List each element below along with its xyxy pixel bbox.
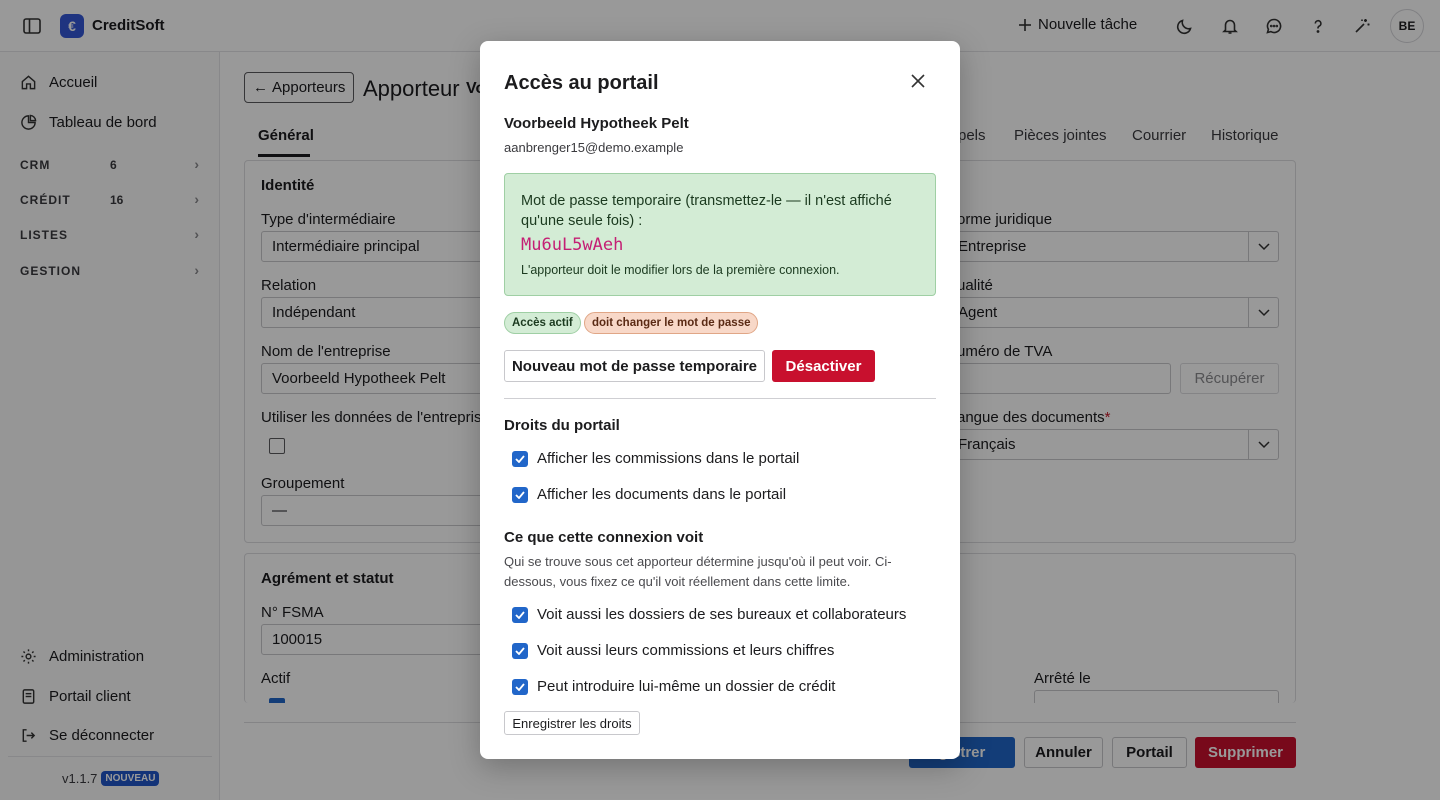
deactivate-button[interactable]: Désactiver <box>772 350 875 382</box>
dialog-title: Accès au portail <box>504 72 659 94</box>
broker-name: Voorbeeld Hypotheek Pelt <box>504 115 689 132</box>
visibility-title: Ce que cette connexion voit <box>504 529 704 546</box>
temporary-password-box: Mot de passe temporaire (transmettez-le … <box>504 173 936 296</box>
right-label: Afficher les documents dans le portail <box>537 486 787 503</box>
password-note: L'apporteur doit le modifier lors de la … <box>521 263 840 277</box>
checkbox-checked[interactable] <box>512 642 528 659</box>
status-badge-must-change: doit changer le mot de passe <box>584 312 759 334</box>
visibility-label: Voit aussi les dossiers de ses bureaux e… <box>537 606 907 623</box>
visibility-offices-files[interactable]: Voit aussi les dossiers de ses bureaux e… <box>512 606 906 623</box>
portal-rights-title: Droits du portail <box>504 417 620 434</box>
right-show-documents[interactable]: Afficher les documents dans le portail <box>512 486 786 503</box>
new-temp-password-button[interactable]: Nouveau mot de passe temporaire <box>504 350 765 382</box>
status-badge-active: Accès actif <box>504 312 581 334</box>
save-rights-button[interactable]: Enregistrer les droits <box>504 711 640 735</box>
broker-email: aanbrenger15@demo.example <box>504 140 684 155</box>
visibility-commissions[interactable]: Voit aussi leurs commissions et leurs ch… <box>512 642 834 659</box>
checkbox-checked[interactable] <box>512 486 528 503</box>
dialog-divider <box>504 398 936 399</box>
checkbox-checked[interactable] <box>512 678 528 695</box>
checkbox-checked[interactable] <box>512 450 528 467</box>
right-label: Afficher les commissions dans le portail <box>537 450 800 467</box>
checkbox-checked[interactable] <box>512 606 528 623</box>
visibility-label: Peut introduire lui-même un dossier de c… <box>537 678 836 695</box>
portal-access-dialog: Accès au portail Voorbeeld Hypotheek Pel… <box>480 41 960 759</box>
temporary-password[interactable]: Mu6uL5wAeh <box>521 235 623 255</box>
right-show-commissions[interactable]: Afficher les commissions dans le portail <box>512 450 799 467</box>
visibility-label: Voit aussi leurs commissions et leurs ch… <box>537 642 835 659</box>
password-message: Mot de passe temporaire (transmettez-le … <box>521 193 892 229</box>
close-icon[interactable] <box>908 71 928 91</box>
visibility-description: Qui se trouve sous cet apporteur détermi… <box>504 554 892 589</box>
visibility-submit-credit[interactable]: Peut introduire lui-même un dossier de c… <box>512 678 835 695</box>
